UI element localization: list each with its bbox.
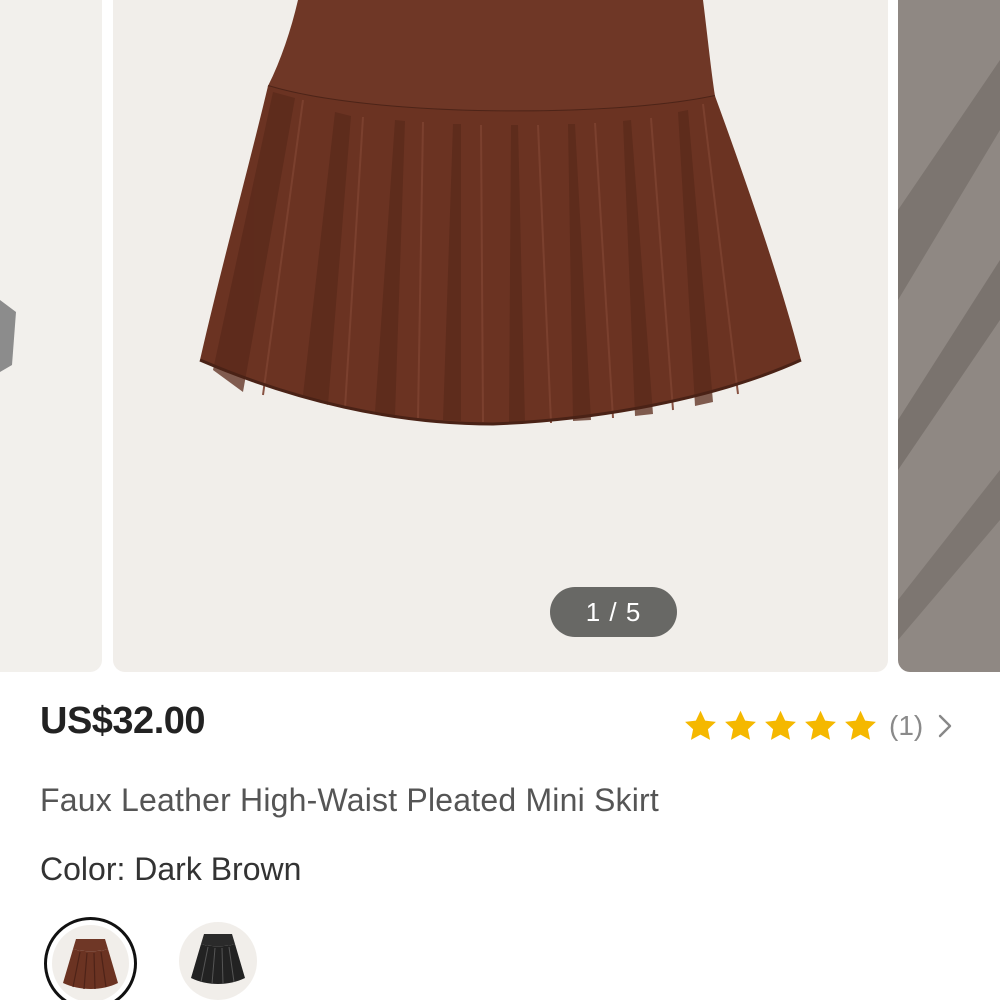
image-counter: 1 / 5 [550,587,677,637]
product-image-carousel[interactable]: 1 / 5 [0,0,1000,672]
star-rating [682,708,879,745]
skirt-image [199,0,802,426]
star-icon [845,710,876,740]
next-image [898,60,1000,640]
previous-image [0,300,16,372]
color-swatch-dark-brown[interactable] [44,917,137,1000]
chevron-right-icon [939,714,952,738]
product-price: US$32.00 [40,700,206,742]
star-icon [685,710,716,740]
review-count: (1) [889,710,924,741]
star-icon [765,710,796,740]
dark-brown-skirt-thumbnail [63,939,118,990]
color-swatch-black[interactable] [179,922,257,1000]
rating-summary[interactable]: (1) [682,703,953,749]
next-image-peek[interactable] [898,0,1000,672]
previous-image-peek[interactable] [0,0,102,672]
star-icon [805,710,836,740]
black-skirt-thumbnail [191,934,245,985]
selected-color-label: Color: Dark Brown [40,851,302,887]
product-title: Faux Leather High-Waist Pleated Mini Ski… [40,782,660,818]
current-product-image[interactable]: 1 / 5 [113,0,888,672]
star-icon [725,710,756,740]
